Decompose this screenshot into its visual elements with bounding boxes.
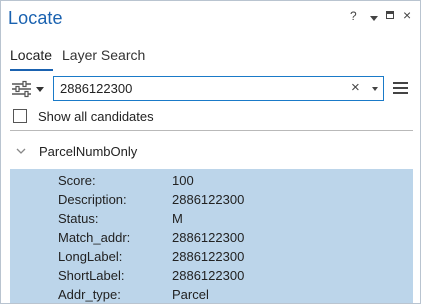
field-value: Parcel [172, 287, 209, 302]
search-box[interactable]: × [53, 76, 384, 101]
field-value: 2886122300 [172, 230, 245, 245]
result-field: Description: 2886122300 [10, 192, 413, 211]
field-value: 2886122300 [172, 192, 245, 207]
result-field: LongLabel: 2886122300 [10, 249, 413, 268]
field-value: M [172, 211, 183, 226]
result-group-label[interactable]: ParcelNumbOnly [39, 144, 137, 159]
result-field: Addr_type: Parcel [10, 287, 413, 306]
show-all-candidates-checkbox[interactable] [13, 109, 27, 123]
field-key: ShortLabel: [58, 268, 125, 283]
field-value: 2886122300 [172, 249, 245, 264]
field-key: Description: [58, 192, 127, 207]
result-item[interactable]: Score: 100 Description: 2886122300 Statu… [10, 169, 413, 303]
field-key: Status: [58, 211, 99, 226]
result-field: Score: 100 [10, 173, 413, 192]
search-input[interactable] [60, 80, 340, 97]
pane-title: Locate [8, 8, 63, 28]
field-key: Score: [58, 173, 96, 188]
filter-settings-icon[interactable] [11, 80, 33, 98]
tab-layer-search[interactable]: Layer Search [62, 47, 145, 63]
restore-icon[interactable] [386, 11, 394, 19]
field-key: Addr_type: [58, 287, 121, 302]
search-history-dropdown-icon[interactable] [372, 87, 378, 91]
field-key: Match_addr: [58, 230, 131, 245]
close-icon[interactable]: × [403, 7, 411, 23]
show-all-candidates-label[interactable]: Show all candidates [38, 109, 154, 124]
locate-pane: Locate ? × Locate Layer Search × Show al… [0, 0, 421, 304]
clear-icon[interactable]: × [351, 79, 360, 96]
pane-options-icon[interactable] [370, 16, 378, 21]
field-value: 100 [172, 173, 194, 188]
result-field: ShortLabel: 2886122300 [10, 268, 413, 287]
help-icon[interactable]: ? [350, 9, 357, 23]
field-key: LongLabel: [58, 249, 123, 264]
result-field: Status: M [10, 211, 413, 230]
tab-locate[interactable]: Locate [10, 47, 52, 63]
field-value: 2886122300 [172, 268, 245, 283]
active-tab-indicator [10, 69, 53, 71]
menu-icon[interactable] [393, 80, 409, 96]
result-field: Match_addr: 2886122300 [10, 230, 413, 249]
chevron-down-icon[interactable] [16, 147, 26, 155]
divider [10, 130, 413, 131]
pane-titlebar: Locate ? × [1, 1, 420, 37]
filter-dropdown-icon[interactable] [36, 87, 44, 92]
